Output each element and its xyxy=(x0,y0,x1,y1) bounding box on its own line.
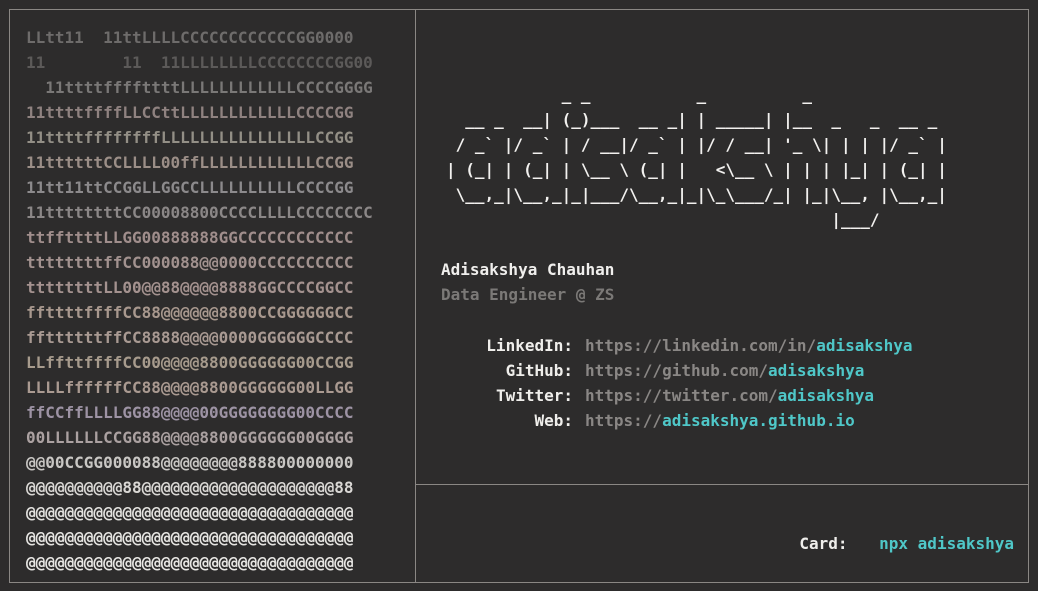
profile-role: Data Engineer @ ZS xyxy=(441,285,615,304)
terminal-card: LLtt11 11ttLLLLCCCCCCCCCCCCGG0000 11 11 1… xyxy=(9,9,1029,583)
portrait-line: @@@@@@@@@@@@@@@@@@@@@@@@@@@@@@@@@@ xyxy=(26,528,354,547)
portrait-line: @@@@@@@@@@@@@@@@@@@@@@@@@@@@@@@@@@ xyxy=(26,553,354,572)
portrait-line: ffCCffLLLLGG88@@@@00GGGGGGGG00CCCC xyxy=(26,403,354,422)
link-label: GitHub: xyxy=(505,361,573,380)
link-url-handle[interactable]: adisakshya xyxy=(778,383,874,408)
card-command-value[interactable]: npx adisakshya xyxy=(879,534,1014,553)
portrait-line: ffttttttffCC8888@@@@0000GGGGGGCCCC xyxy=(26,328,354,347)
portrait-line: 11ttttffffffffLLLLLLLLLLLLLLLLCCGG xyxy=(26,128,354,147)
portrait-line: 11tt11ttCCGGLLGGCCLLLLLLLLLLCCCCGG xyxy=(26,178,354,197)
portrait-line: ttttttttffCC000088@@0000CCCCCCCCCC xyxy=(26,253,354,272)
link-url-base[interactable]: https:// xyxy=(585,408,662,433)
ascii-logo: _ _ _ _ __ _ __| (_)___ __ _| | _____| |… xyxy=(446,85,947,229)
portrait-line: 11ttttttttCC00008800CCCCLLLLCCCCCCCC xyxy=(26,203,373,222)
portrait-line: LLLLffffffCC88@@@@8800GGGGGG00LLGG xyxy=(26,378,354,397)
portrait-line: 11 11 11LLLLLLLLCCCCCCCCGG00 xyxy=(26,53,373,72)
ascii-portrait: LLtt11 11ttLLLLCCCCCCCCCCCCGG0000 11 11 1… xyxy=(26,25,373,575)
portrait-line: @@@@@@@@@@88@@@@@@@@@@@@@@@@@@@@88 xyxy=(26,478,354,497)
portrait-line: 00LLLLLLCCGG88@@@@8800GGGGGG00GGGG xyxy=(26,428,354,447)
link-row-github[interactable]: GitHub: https://github.com/adisakshya xyxy=(441,358,913,383)
horizontal-divider xyxy=(415,484,1028,485)
portrait-line: 11ttttttCCLLLL00ffLLLLLLLLLLLLCCGG xyxy=(26,153,354,172)
link-url-handle[interactable]: adisakshya xyxy=(768,358,864,383)
portrait-line: @@00CCGG000088@@@@@@@@888800000000 xyxy=(26,453,354,472)
link-label: LinkedIn: xyxy=(486,336,573,355)
link-url-handle[interactable]: adisakshya xyxy=(816,333,912,358)
portrait-line: LLffttffffCC00@@@@8800GGGGGG00CCGG xyxy=(26,353,354,372)
card-command-label: Card: xyxy=(799,534,848,553)
link-url-base[interactable]: https://github.com/ xyxy=(585,358,768,383)
link-label: Web: xyxy=(534,411,573,430)
link-label: Twitter: xyxy=(495,386,573,405)
portrait-line: 11ttttffffttttLLLLLLLLLLLLCCCCGGGG xyxy=(26,78,373,97)
portrait-line: 11ttttffffLLCCttLLLLLLLLLLLLCCCCGG xyxy=(26,103,354,122)
portrait-line: ttttttttLL00@@88@@@@8888GGCCCCGGCC xyxy=(26,278,354,297)
link-url-base[interactable]: https://linkedin.com/in/ xyxy=(585,333,816,358)
portrait-line: ttffttttLLGG00888888GGCCCCCCCCCCCC xyxy=(26,228,354,247)
links-list: LinkedIn: https://linkedin.com/in/adisak… xyxy=(441,333,913,433)
portrait-line: LLtt11 11ttLLLLCCCCCCCCCCCCGG0000 xyxy=(26,28,354,47)
portrait-line: @@@@@@@@@@@@@@@@@@@@@@@@@@@@@@@@@@ xyxy=(26,503,354,522)
profile-name: Adisakshya Chauhan xyxy=(441,260,615,279)
link-row-linkedin[interactable]: LinkedIn: https://linkedin.com/in/adisak… xyxy=(441,333,912,358)
vertical-divider xyxy=(415,10,416,582)
link-row-web[interactable]: Web: https://adisakshya.github.io xyxy=(441,408,913,433)
link-url-base[interactable]: https://twitter.com/ xyxy=(585,383,778,408)
portrait-line: ffttttffffCC88@@@@@@8800CCGGGGGGCC xyxy=(26,303,354,322)
link-url-handle[interactable]: adisakshya.github.io xyxy=(662,408,855,433)
link-row-twitter[interactable]: Twitter: https://twitter.com/adisakshya xyxy=(441,383,913,408)
card-command: Card: npx adisakshya xyxy=(799,534,1014,553)
